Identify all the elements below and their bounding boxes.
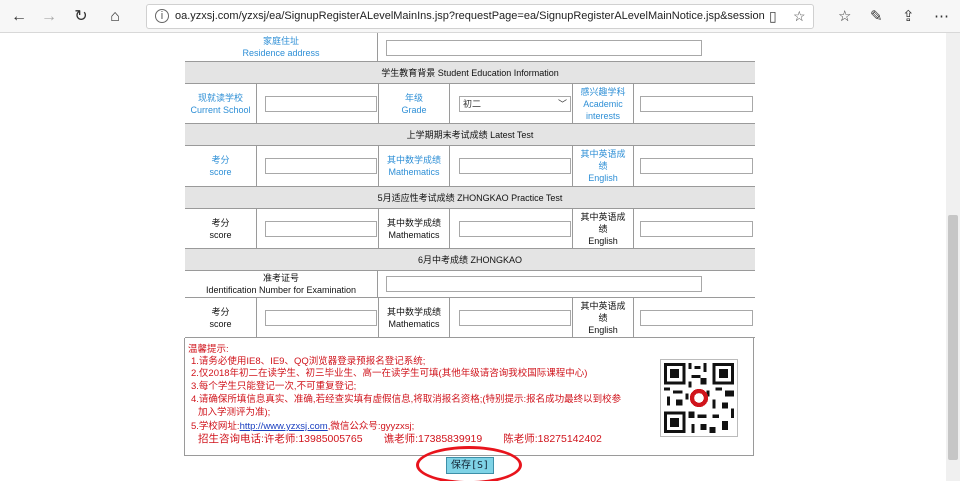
notice-line-2: 2.仅2018年初二在读学生、初三毕业生、高一在读学生可填(其他年级请咨询我校国… <box>191 368 588 379</box>
practice-math-label: 其中数学成绩 Mathematics <box>378 209 450 248</box>
residence-label-cn: 家庭住址 <box>262 36 299 46</box>
latest-score-label: 考分 score <box>185 146 257 186</box>
zhongkao-row: 考分 score 其中数学成绩 Mathematics 其中英语成 绩 Engl… <box>185 298 755 338</box>
refresh-icon[interactable]: ↻ <box>70 6 92 28</box>
practice-english-label: 其中英语成 绩 English <box>572 209 634 248</box>
residence-label-en: Residence address <box>242 48 320 58</box>
zhongkao-english-label-en: English <box>588 324 618 335</box>
practice-english-input[interactable] <box>640 221 753 237</box>
zhongkao-score-label: 考分 score <box>185 298 257 337</box>
latest-english-label-cn-1: 其中英语成 <box>580 149 626 159</box>
latest-score-label-en: score <box>209 167 232 177</box>
practice-math-input[interactable] <box>459 221 571 237</box>
notice-box: 温馨提示: 1.请务必使用IE8、IE9、QQ浏览器登录预报名登记系统; 2.仅… <box>184 338 754 456</box>
share-icon[interactable]: ⇪ <box>902 7 915 25</box>
practice-math-label-cn: 其中数学成绩 <box>386 217 441 228</box>
latest-english-label-en: English <box>588 173 618 183</box>
practice-english-label-cn-2: 绩 <box>598 223 608 234</box>
pen-icon[interactable]: ✎ <box>870 7 883 25</box>
latest-test-section-header: 上学期期末考试成绩 Latest Test <box>185 124 755 146</box>
latest-math-label-cn: 其中数学成绩 <box>386 155 441 165</box>
interests-label-en-2: interests <box>585 110 620 121</box>
practice-english-label-cn-1: 其中英语成 <box>580 211 626 222</box>
info-icon[interactable]: i <box>155 9 169 23</box>
browser-toolbar: ← → ↻ ⌂ i oa.yzxsj.com/yzxsj/ea/SignupRe… <box>0 0 960 33</box>
practice-score-input[interactable] <box>265 221 377 237</box>
notice-line-3: 3.每个学生只能登记一次,不可重复登记; <box>191 381 357 392</box>
notice-line-5: 5.学校网址:http://www.yzxsj.com,微信公众号:gyyzxs… <box>191 418 414 432</box>
practice-score-label: 考分 score <box>185 209 257 248</box>
grade-label: 年级 Grade <box>378 84 450 123</box>
address-bar[interactable]: i oa.yzxsj.com/yzxsj/ea/SignupRegisterAL… <box>146 4 814 29</box>
exam-id-label-en: Identification Number for Examination <box>205 285 357 295</box>
interests-label-cn: 感兴趣学科 <box>580 86 626 97</box>
highlight-circle <box>416 446 522 481</box>
latest-english-label-cn-2: 绩 <box>598 161 608 171</box>
latest-english-input[interactable] <box>640 158 753 174</box>
practice-english-label-en: English <box>588 235 618 246</box>
residence-row: 家庭住址 Residence address <box>185 33 755 62</box>
latest-math-label: 其中数学成绩 Mathematics <box>378 146 450 186</box>
education-section-header: 学生教育背景 Student Education Information <box>185 62 755 84</box>
exam-id-input[interactable] <box>386 276 702 292</box>
practice-score-label-cn: 考分 <box>211 217 230 228</box>
practice-score-label-en: score <box>209 229 232 240</box>
vertical-scrollbar[interactable] <box>946 33 960 481</box>
practice-math-label-en: Mathematics <box>388 229 440 240</box>
back-arrow-icon[interactable]: ← <box>8 6 30 28</box>
zhongkao-math-label-cn: 其中数学成绩 <box>386 306 441 317</box>
notice-line-4: 4.请确保所填信息真实、准确,若经查实填有虚假信息,将取消报名资格;(特别提示:… <box>191 394 622 405</box>
qr-code-image <box>660 359 738 437</box>
interests-label: 感兴趣学科 Academic interests <box>572 84 634 123</box>
forward-arrow-icon[interactable]: → <box>38 6 60 28</box>
zhongkao-english-label: 其中英语成 绩 English <box>572 298 634 337</box>
zhongkao-math-label: 其中数学成绩 Mathematics <box>378 298 450 337</box>
latest-score-input[interactable] <box>265 158 377 174</box>
grade-label-cn: 年级 <box>404 92 423 103</box>
zhongkao-score-label-cn: 考分 <box>211 306 230 317</box>
url-text: oa.yzxsj.com/yzxsj/ea/SignupRegisterALev… <box>175 10 765 22</box>
zhongkao-english-label-cn-1: 其中英语成 <box>580 300 626 311</box>
scrollbar-thumb[interactable] <box>948 215 958 460</box>
zhongkao-score-input[interactable] <box>265 310 377 326</box>
residence-address-input[interactable] <box>386 40 702 56</box>
favorites-list-icon[interactable]: ☆ <box>838 7 851 25</box>
latest-score-label-cn: 考分 <box>211 155 230 165</box>
school-row: 现就读学校 Current School 年级 Grade 初二 ﹀ 感兴趣学科… <box>185 84 755 124</box>
latest-english-label: 其中英语成 绩 English <box>572 146 634 186</box>
exam-id-label-cn: 准考证号 <box>262 273 299 283</box>
reading-view-icon[interactable]: ▯ <box>769 8 777 25</box>
school-label-en: Current School <box>190 104 251 115</box>
interests-label-en-1: Academic <box>583 98 623 109</box>
zhongkao-section-header: 6月中考成绩 ZHONGKAO <box>185 249 755 271</box>
notice-line-4-cont: 加入学测评为准); <box>198 407 271 418</box>
residence-label: 家庭住址 Residence address <box>185 33 378 61</box>
qr-code-icon <box>661 360 737 436</box>
favorite-star-icon[interactable]: ☆ <box>793 8 806 25</box>
exam-id-label: 准考证号 Identification Number for Examinati… <box>185 271 378 297</box>
grade-label-en: Grade <box>401 104 427 115</box>
zhongkao-score-label-en: score <box>209 318 232 329</box>
zhongkao-math-label-en: Mathematics <box>388 318 440 329</box>
page-content: 家庭住址 Residence address 学生教育背景 Student Ed… <box>0 33 946 481</box>
grade-selected-value: 初二 <box>463 99 482 109</box>
zhongkao-english-label-cn-2: 绩 <box>598 312 608 323</box>
notice-line-6: 招生咨询电话:许老师:13985005765 谯老师:17385839919 陈… <box>198 433 602 445</box>
academic-interests-input[interactable] <box>640 96 753 112</box>
practice-test-section-header: 5月适应性考试成绩 ZHONGKAO Practice Test <box>185 187 755 209</box>
practice-test-row: 考分 score 其中数学成绩 Mathematics 其中英语成 绩 Engl… <box>185 209 755 249</box>
school-label: 现就读学校 Current School <box>185 84 257 123</box>
latest-math-input[interactable] <box>459 158 571 174</box>
school-label-cn: 现就读学校 <box>197 92 243 103</box>
zhongkao-math-input[interactable] <box>459 310 571 326</box>
latest-test-row: 考分 score 其中数学成绩 Mathematics 其中英语成 绩 Engl… <box>185 146 755 187</box>
latest-math-label-en: Mathematics <box>388 167 440 177</box>
zhongkao-english-input[interactable] <box>640 310 753 326</box>
exam-id-row: 准考证号 Identification Number for Examinati… <box>185 271 755 298</box>
more-menu-icon[interactable]: ⋯ <box>934 7 949 25</box>
home-icon[interactable]: ⌂ <box>104 6 126 28</box>
grade-select[interactable]: 初二 ﹀ <box>459 96 571 112</box>
chevron-down-icon: ﹀ <box>557 99 567 109</box>
current-school-input[interactable] <box>265 96 377 112</box>
